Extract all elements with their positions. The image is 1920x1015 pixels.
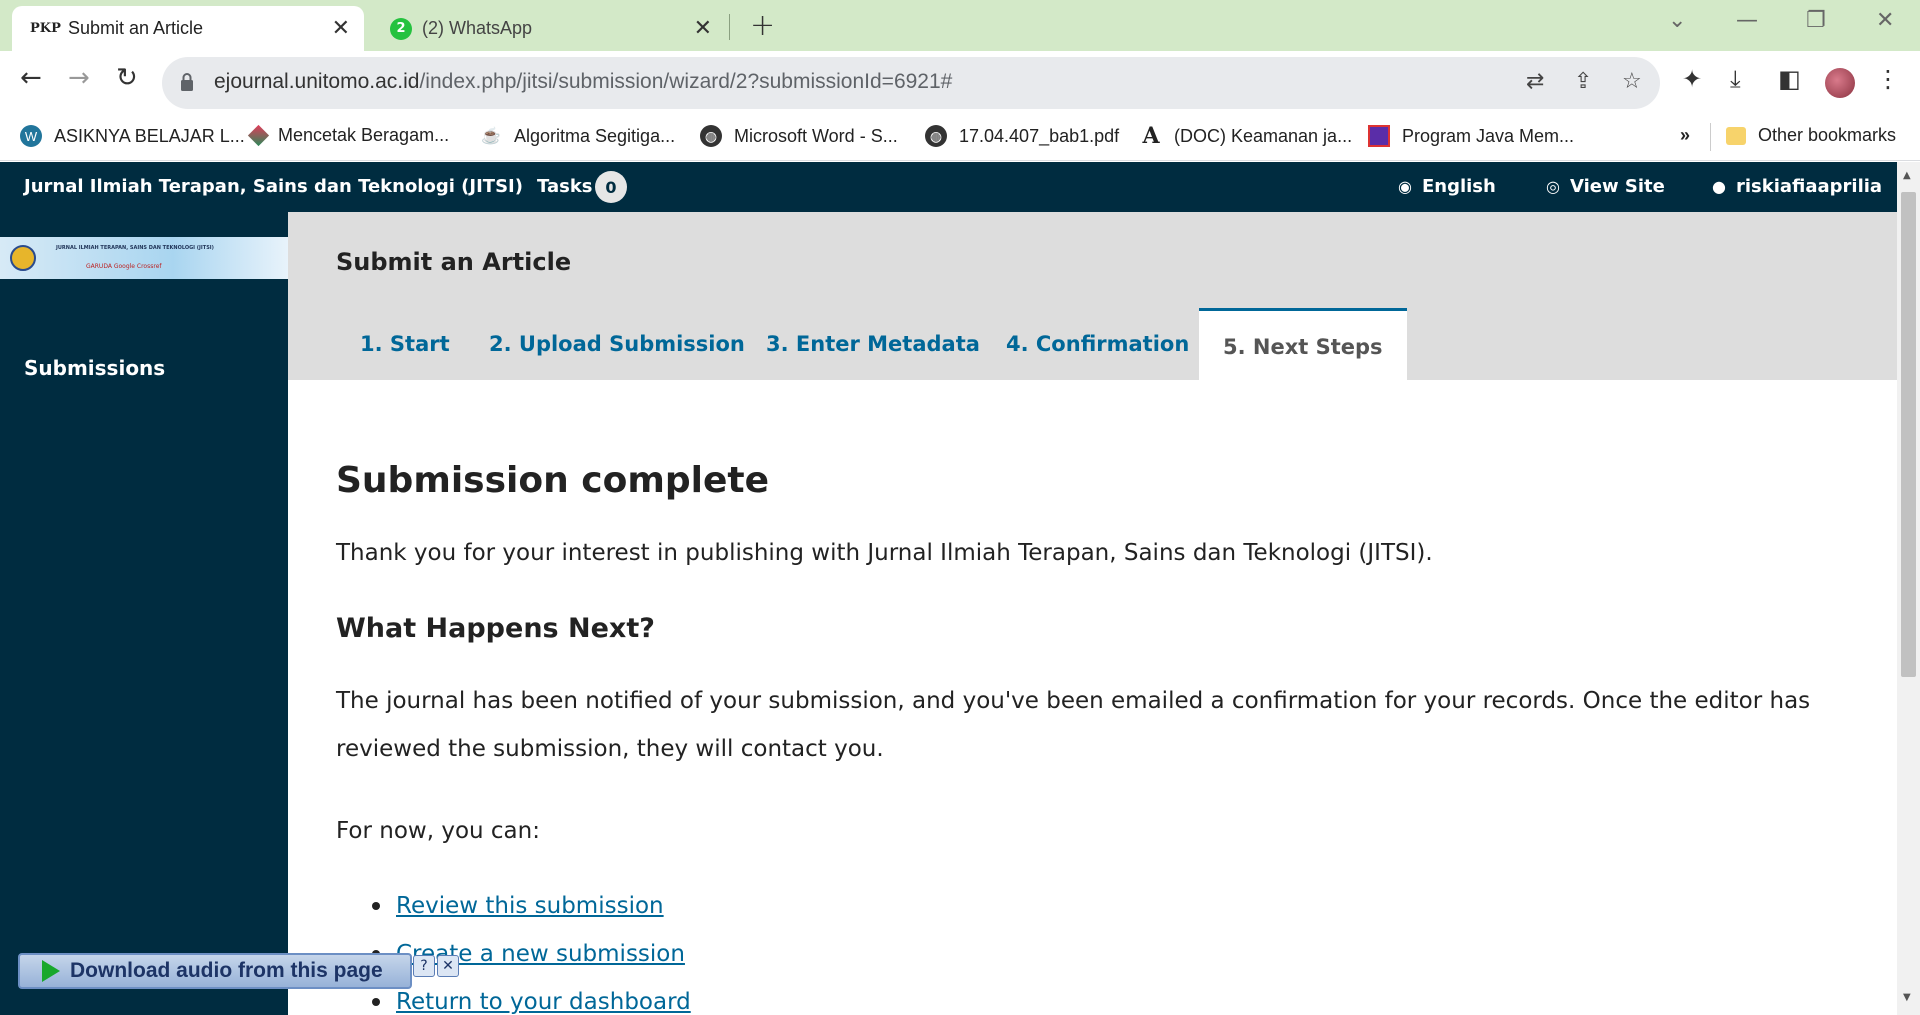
- app-icon: [1368, 125, 1390, 147]
- journal-logo-banner[interactable]: JURNAL ILMIAH TERAPAN, SAINS DAN TEKNOLO…: [0, 237, 288, 279]
- play-icon: [42, 960, 60, 982]
- eye-icon: ◎: [1546, 177, 1560, 196]
- globe-icon: ◍: [700, 125, 722, 147]
- extensions-puzzle-icon[interactable]: ✦: [1682, 65, 1702, 93]
- tab-enter-metadata[interactable]: 3. Enter Metadata: [766, 308, 980, 380]
- bookmark-item[interactable]: ☕ Algoritma Segitiga...: [480, 125, 675, 147]
- back-arrow-icon[interactable]: ←: [20, 63, 42, 93]
- share-icon[interactable]: ⇪: [1574, 69, 1592, 94]
- pkp-favicon-icon: PKP: [30, 21, 61, 36]
- bookmark-item[interactable]: W ASIKNYA BELAJAR L...: [20, 125, 245, 147]
- review-submission-link[interactable]: Review this submission: [396, 893, 664, 919]
- return-dashboard-link[interactable]: Return to your dashboard: [396, 989, 691, 1015]
- coffee-icon: ☕: [481, 128, 501, 145]
- profile-avatar[interactable]: [1825, 68, 1855, 98]
- minimize-icon[interactable]: —: [1736, 8, 1758, 33]
- bookmarks-bar: W ASIKNYA BELAJAR L... Mencetak Beragam.…: [0, 115, 1920, 161]
- translate-icon[interactable]: ⇄: [1526, 69, 1544, 94]
- wordpress-icon: W: [20, 125, 42, 147]
- tab-confirmation[interactable]: 4. Confirmation: [1006, 308, 1189, 380]
- user-menu[interactable]: ● riskiafiaaprilia: [1712, 176, 1882, 197]
- new-tab-plus-icon[interactable]: +: [750, 8, 775, 43]
- notification-text: The journal has been notified of your su…: [336, 688, 1811, 762]
- other-bookmarks-folder[interactable]: Other bookmarks: [1726, 125, 1896, 146]
- browser-tab-bar: PKP Submit an Article ✕ 2 (2) WhatsApp ✕…: [0, 0, 1920, 51]
- forward-arrow-icon[interactable]: →: [68, 63, 90, 93]
- sidebar: JURNAL ILMIAH TERAPAN, SAINS DAN TEKNOLO…: [0, 212, 288, 1015]
- page-title: Submit an Article: [336, 248, 572, 276]
- main-content: Submit an Article 1. Start 2. Upload Sub…: [288, 212, 1897, 1015]
- user-icon: ●: [1712, 177, 1726, 196]
- close-tab-icon[interactable]: ✕: [694, 16, 712, 41]
- download-audio-button[interactable]: Download audio from this page: [18, 953, 412, 989]
- university-seal-icon: [10, 245, 36, 271]
- academia-icon: A: [1142, 123, 1160, 149]
- side-panel-icon[interactable]: ◧: [1778, 65, 1801, 93]
- close-window-icon[interactable]: ✕: [1876, 8, 1894, 33]
- bookmark-item[interactable]: Mencetak Beragam...: [247, 124, 449, 147]
- scroll-up-arrow-icon[interactable]: ▲: [1903, 170, 1911, 181]
- url-text[interactable]: ejournal.unitomo.ac.id/index.php/jitsi/s…: [214, 70, 952, 94]
- language-switcher[interactable]: ◉ English: [1398, 176, 1496, 197]
- what-happens-next-heading: What Happens Next?: [336, 613, 655, 644]
- bookmark-item[interactable]: ◍ Microsoft Word - S...: [700, 125, 898, 147]
- tab-divider: [729, 14, 730, 40]
- scroll-down-arrow-icon[interactable]: ▼: [1903, 992, 1911, 1003]
- view-site-link[interactable]: ◎ View Site: [1546, 176, 1665, 197]
- browser-tab-submit-article[interactable]: PKP Submit an Article ✕: [12, 6, 364, 51]
- sidebar-item-submissions[interactable]: Submissions: [24, 356, 165, 380]
- restore-icon[interactable]: ❐: [1806, 8, 1826, 33]
- tab-next-steps[interactable]: 5. Next Steps: [1199, 308, 1407, 380]
- globe-icon: ◉: [1398, 177, 1412, 196]
- close-tab-icon[interactable]: ✕: [332, 16, 350, 41]
- journal-title-link[interactable]: Jurnal Ilmiah Terapan, Sains dan Teknolo…: [24, 176, 523, 197]
- tab-start[interactable]: 1. Start: [360, 308, 450, 380]
- download-audio-label: Download audio from this page: [70, 959, 383, 982]
- browser-toolbar: ← → ↻ ejournal.unitomo.ac.id/index.php/j…: [0, 51, 1920, 115]
- reload-icon[interactable]: ↻: [116, 63, 138, 93]
- tasks-link[interactable]: Tasks: [537, 176, 593, 197]
- page-header: Submit an Article 1. Start 2. Upload Sub…: [288, 212, 1897, 380]
- logo-text: JURNAL ILMIAH TERAPAN, SAINS DAN TEKNOLO…: [56, 245, 214, 251]
- for-now-text: For now, you can:: [336, 818, 540, 844]
- tab-title: Submit an Article: [68, 18, 204, 38]
- tab-search-chevron-icon[interactable]: ⌄: [1668, 8, 1686, 33]
- submission-complete-heading: Submission complete: [336, 460, 770, 501]
- bookmark-item[interactable]: A (DOC) Keamanan ja...: [1140, 123, 1352, 149]
- list-item: Review this submission: [336, 882, 691, 930]
- tasks-count-badge[interactable]: 0: [595, 171, 627, 203]
- globe-icon: ◍: [925, 125, 947, 147]
- ojs-top-header: Jurnal Ilmiah Terapan, Sains dan Teknolo…: [0, 162, 1897, 212]
- next-actions-list: Review this submission Create a new subm…: [336, 882, 691, 1015]
- page-scrollbar[interactable]: ▲ ▼: [1897, 162, 1920, 1015]
- folder-icon: [1726, 126, 1746, 145]
- thank-you-text: Thank you for your interest in publishin…: [336, 540, 1433, 566]
- tab-upload-submission[interactable]: 2. Upload Submission: [489, 308, 745, 380]
- menu-kebab-icon[interactable]: ⋮: [1876, 65, 1900, 93]
- bookmark-item[interactable]: Program Java Mem...: [1368, 125, 1574, 147]
- close-icon[interactable]: ✕: [437, 955, 459, 977]
- lock-icon: [181, 73, 193, 91]
- address-bar[interactable]: ejournal.unitomo.ac.id/index.php/jitsi/s…: [162, 57, 1660, 109]
- scrollbar-thumb[interactable]: [1901, 192, 1916, 677]
- bookmark-item[interactable]: ◍ 17.04.407_bab1.pdf: [925, 125, 1119, 147]
- bookmarks-overflow-chevron[interactable]: »: [1680, 125, 1690, 146]
- app-icon: [247, 124, 270, 147]
- bookmark-star-icon[interactable]: ☆: [1622, 69, 1642, 94]
- download-icon[interactable]: ⤓: [1730, 65, 1741, 93]
- tab-title: (2) WhatsApp: [422, 18, 533, 38]
- whatsapp-favicon-icon: 2: [390, 17, 412, 40]
- logo-indexing-text: GARUDA Google Crossref: [86, 263, 162, 270]
- bookmark-divider: [1710, 123, 1711, 151]
- help-icon[interactable]: ?: [413, 955, 435, 977]
- browser-tab-whatsapp[interactable]: 2 (2) WhatsApp ✕: [374, 6, 726, 51]
